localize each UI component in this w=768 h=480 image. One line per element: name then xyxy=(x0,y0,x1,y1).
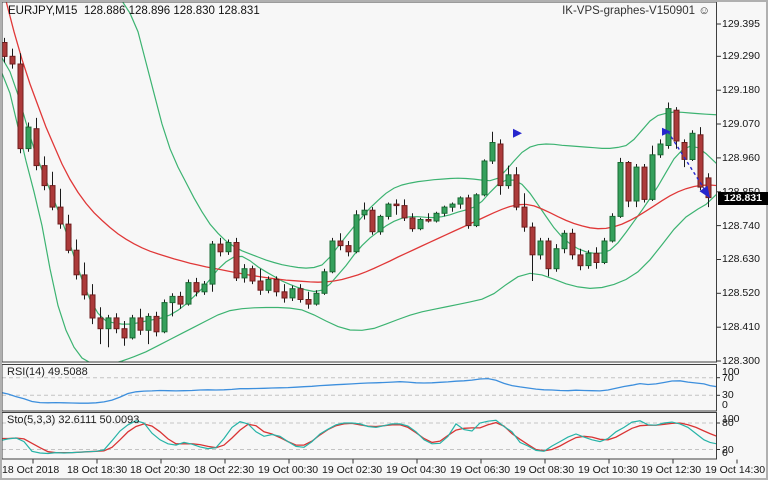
price-tick-label: 128.410 xyxy=(722,321,760,333)
price-tick-label: 128.740 xyxy=(722,220,760,232)
sto-tick-label: 80 xyxy=(722,417,734,429)
rsi-tick-label: 70 xyxy=(722,372,734,384)
sto-tick-label: 0 xyxy=(722,447,728,459)
time-tick-label: 19 Oct 08:30 xyxy=(514,464,575,476)
stochastic-indicator-label: Sto(5,3,3) 32.6111 50.0093 xyxy=(7,414,140,426)
price-tick-label: 129.290 xyxy=(722,50,760,62)
time-tick-label: 19 Oct 12:30 xyxy=(641,464,702,476)
price-tick-label: 129.180 xyxy=(722,84,760,96)
time-tick-label: 19 Oct 00:30 xyxy=(258,464,319,476)
price-tick-label: 128.630 xyxy=(722,253,760,265)
price-tick-label: 129.395 xyxy=(722,18,760,30)
time-tick-label: 19 Oct 02:30 xyxy=(322,464,383,476)
rsi-indicator-label: RSI(14) 49.5088 xyxy=(7,366,88,378)
price-tick-label: 128.960 xyxy=(722,152,760,164)
time-tick-label: 19 Oct 14:30 xyxy=(705,464,766,476)
price-tick-label: 129.070 xyxy=(722,118,760,130)
time-tick-label: 19 Oct 04:30 xyxy=(386,464,447,476)
price-tick-label: 128.850 xyxy=(722,186,760,198)
symbol-ohlc-readout: EURJPY,M15 128.886 128.896 128.830 128.8… xyxy=(8,5,260,17)
price-tick-label: 128.520 xyxy=(722,287,760,299)
time-tick-label: 18 Oct 20:30 xyxy=(130,464,191,476)
time-tick-label: 19 Oct 10:30 xyxy=(578,464,639,476)
rsi-tick-label: 0 xyxy=(722,399,728,411)
time-tick-label: 18 Oct 18:30 xyxy=(67,464,128,476)
watermark-label: IK-VPS-graphes-V150901 ☺ xyxy=(562,5,710,17)
chart-window: EURJPY,M15 128.886 128.896 128.830 128.8… xyxy=(0,0,768,480)
time-tick-label: 19 Oct 06:30 xyxy=(450,464,511,476)
time-tick-label: 18 Oct 2018 xyxy=(2,464,60,476)
time-tick-label: 18 Oct 22:30 xyxy=(194,464,255,476)
chart-canvas[interactable] xyxy=(0,0,768,480)
